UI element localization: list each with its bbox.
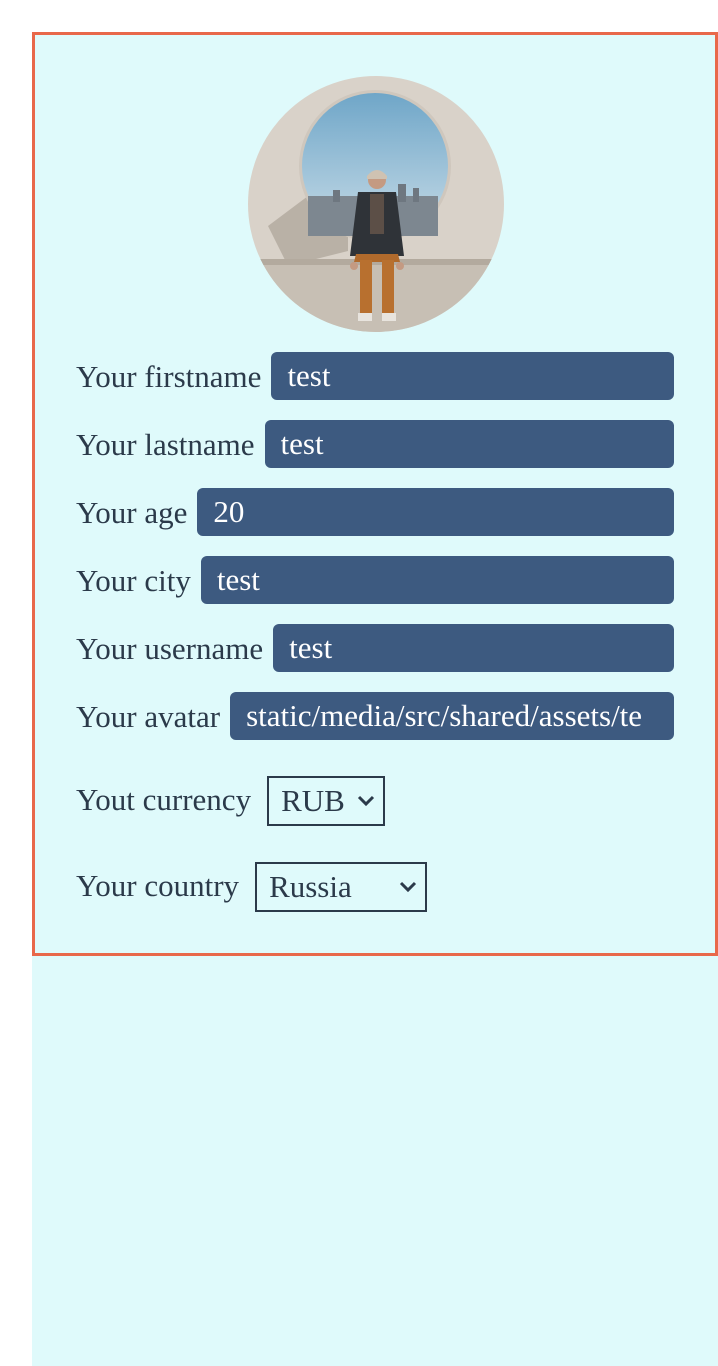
country-select[interactable]: Russia [255, 862, 428, 912]
age-row: Your age [76, 488, 674, 536]
age-label: Your age [76, 494, 188, 530]
city-label: Your city [76, 562, 191, 598]
avatar-url-row: Your avatar [76, 692, 674, 740]
firstname-input[interactable] [271, 352, 674, 400]
avatar-image [248, 76, 504, 332]
avatar-url-input[interactable] [230, 692, 674, 740]
currency-label: Yout currency [76, 781, 252, 817]
chevron-down-icon [358, 795, 375, 807]
city-input[interactable] [200, 556, 674, 604]
lastname-input[interactable] [264, 420, 674, 468]
lastname-row: Your lastname [76, 420, 674, 468]
profile-card: Your firstname Your lastname Your age Yo… [32, 32, 718, 956]
firstname-row: Your firstname [76, 352, 674, 400]
country-value: Russia [269, 869, 352, 904]
currency-value: RUB [281, 783, 345, 818]
country-label: Your country [76, 867, 240, 903]
username-label: Your username [76, 630, 264, 666]
username-input[interactable] [273, 624, 674, 672]
currency-select[interactable]: RUB [267, 776, 386, 826]
firstname-label: Your firstname [76, 358, 262, 394]
country-row: Your country Russia [76, 862, 428, 912]
lastname-label: Your lastname [76, 426, 255, 462]
city-row: Your city [76, 556, 674, 604]
username-row: Your username [76, 624, 674, 672]
age-input[interactable] [197, 488, 674, 536]
currency-row: Yout currency RUB [76, 776, 386, 826]
avatar-url-label: Your avatar [76, 698, 221, 734]
chevron-down-icon [400, 881, 417, 893]
